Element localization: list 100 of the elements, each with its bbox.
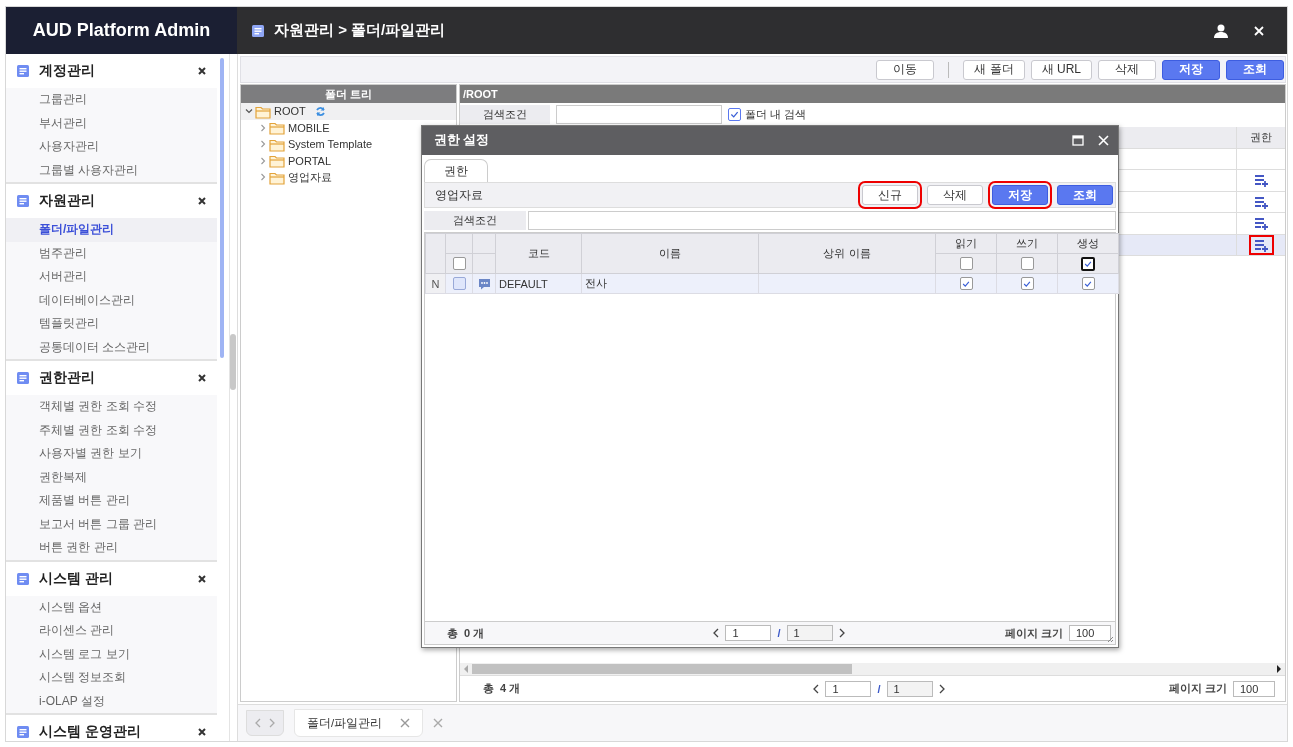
sidebar-item[interactable]: 공통데이터 소스관리 (6, 335, 217, 359)
folder-icon (269, 120, 285, 136)
document-icon (16, 571, 30, 586)
permission-icon (1253, 194, 1269, 209)
section-title: 자원관리 (39, 192, 96, 210)
checkbox-label: 폴더 내 검색 (745, 107, 807, 122)
sidebar-item[interactable]: 폴더/파일관리 (6, 218, 217, 242)
page-separator: / (777, 627, 781, 639)
page-field[interactable]: 1 (725, 625, 772, 641)
close-icon (197, 727, 207, 737)
search-field[interactable] (528, 211, 1116, 230)
total-count: 총 4 개 (483, 681, 522, 696)
checkbox[interactable] (1081, 277, 1095, 291)
page-count-field[interactable]: 1 (786, 625, 833, 641)
section-title: 시스템 관리 (39, 569, 114, 588)
column-header: 쓰기 (996, 233, 1058, 254)
page-tab[interactable]: 폴더/파일관리 (294, 709, 424, 737)
sidebar-item[interactable]: 시스템 정보조회 (6, 666, 217, 690)
collapse-handle[interactable] (230, 334, 236, 390)
folder-icon (269, 153, 285, 169)
chevron-left-icon (712, 628, 720, 638)
node-label: 영업자료 (288, 169, 332, 185)
permission-icon (1253, 173, 1269, 188)
scroll-thumb[interactable] (472, 664, 852, 674)
document-icon (16, 64, 30, 78)
sidebar-item[interactable]: 부서관리 (6, 111, 217, 135)
page-size-label: 페이지 크기 (1168, 681, 1227, 696)
tab-label: 폴더/파일관리 (307, 715, 383, 731)
node-label: System Template (288, 138, 373, 151)
sidebar-item[interactable]: 시스템 로그 보기 (6, 642, 217, 666)
checkbox[interactable] (959, 257, 973, 271)
permission-button[interactable] (1248, 234, 1274, 255)
toolbar-button[interactable]: 삭제 (1098, 59, 1156, 80)
dialog-title: 권한 설정 (434, 132, 490, 149)
close-icon (197, 66, 207, 76)
breadcrumb: 자원관리 > 폴더/파일관리 (274, 21, 446, 40)
comment-icon (477, 278, 491, 291)
sidebar-item[interactable]: 버튼 권한 관리 (6, 536, 217, 560)
checkbox[interactable] (452, 257, 466, 271)
maximize-icon (1072, 135, 1084, 146)
sidebar-item[interactable]: 서버관리 (6, 265, 217, 289)
search-field[interactable] (556, 105, 722, 124)
sidebar-item[interactable]: 사용자별 권한 보기 (6, 442, 217, 466)
sidebar-item[interactable]: 그룹관리 (6, 88, 217, 112)
sidebar-item[interactable]: 권한복제 (6, 465, 217, 489)
sidebar-item[interactable]: i-OLAP 설정 (6, 689, 217, 713)
checkbox[interactable] (452, 277, 466, 291)
page-field[interactable]: 1 (825, 680, 872, 697)
toolbar-button[interactable]: 이동 (876, 59, 935, 80)
chevron-right-icon (838, 628, 846, 638)
section-title: 시스템 운영관리 (39, 723, 142, 741)
refresh-icon (314, 105, 326, 117)
page-count-field[interactable]: 1 (886, 680, 933, 697)
document-icon (16, 725, 30, 739)
checkbox[interactable] (959, 277, 973, 291)
checkbox[interactable] (1020, 277, 1034, 291)
horizontal-scrollbar[interactable] (460, 663, 1285, 675)
sidebar-item[interactable]: 시스템 옵션 (6, 595, 217, 619)
row-state: N (425, 273, 446, 294)
permission-icon (1253, 237, 1269, 252)
toolbar-button[interactable]: 저장 (1162, 59, 1220, 80)
page-size-field[interactable]: 100 (1069, 625, 1111, 641)
node-label: PORTAL (288, 154, 331, 167)
close-icon (197, 373, 207, 383)
dialog-button[interactable]: 삭제 (927, 185, 983, 205)
document-icon (16, 194, 30, 208)
page-size-field[interactable]: 100 (1233, 680, 1275, 697)
toolbar-button[interactable]: 조회 (1226, 59, 1284, 80)
section-title: 권한관리 (39, 369, 96, 387)
chevron-right-icon (938, 683, 946, 694)
sidebar-item[interactable]: 데이터베이스관리 (6, 288, 217, 312)
checkbox[interactable] (1020, 257, 1034, 271)
sidebar-item[interactable]: 보고서 버튼 그룹 관리 (6, 512, 217, 536)
tab[interactable]: 권한 (424, 159, 488, 182)
toolbar-button[interactable]: 새 폴더 (963, 59, 1025, 80)
scroll-left-icon (463, 665, 469, 673)
sidebar-item[interactable]: 객체별 권한 조회 수정 (6, 395, 217, 419)
page-size-label: 페이지 크기 (1004, 625, 1063, 641)
tree-node[interactable]: ROOT (241, 103, 456, 120)
sidebar-item[interactable]: 그룹별 사용자관리 (6, 158, 217, 182)
folder-name: 영업자료 (435, 187, 483, 203)
column-header: 읽기 (935, 233, 997, 254)
close-icon (400, 718, 411, 728)
sidebar-item[interactable]: 제품별 버튼 관리 (6, 489, 217, 513)
scroll-right-icon (1276, 665, 1282, 673)
sidebar-item[interactable]: 템플릿관리 (6, 312, 217, 336)
page-separator: / (877, 682, 881, 695)
scrollbar[interactable] (220, 58, 224, 358)
close-all-icon (433, 718, 444, 728)
dialog-button[interactable]: 조회 (1057, 185, 1113, 205)
document-icon (16, 371, 30, 385)
sidebar-item[interactable]: 라이센스 관리 (6, 619, 217, 643)
toolbar-button[interactable]: 새 URL (1030, 59, 1092, 80)
sidebar-item[interactable]: 주체별 권한 조회 수정 (6, 418, 217, 442)
sidebar-item[interactable]: 범주관리 (6, 241, 217, 265)
path-header: /ROOT (460, 85, 1285, 103)
sidebar-item[interactable]: 사용자관리 (6, 135, 217, 159)
checkbox[interactable] (1081, 256, 1095, 271)
checkbox[interactable] (728, 108, 741, 121)
close-icon (1253, 24, 1265, 37)
